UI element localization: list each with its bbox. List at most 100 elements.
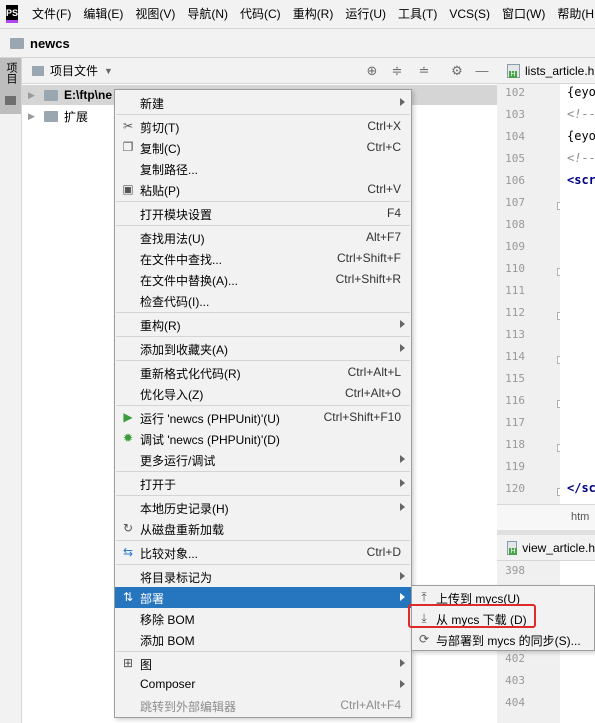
context-menu-item[interactable]: ❐ 复制(C) Ctrl+C bbox=[115, 137, 411, 158]
context-menu-item[interactable]: ⇅ 部署 bbox=[115, 587, 411, 608]
context-menu-item[interactable]: ✹ 调试 'newcs (PHPUnit)'(D) bbox=[115, 428, 411, 449]
hide-icon[interactable]: — bbox=[474, 63, 490, 79]
tree-item-label: E:\ftp\ne bbox=[64, 88, 112, 102]
shortcut-label: Ctrl+D bbox=[366, 545, 401, 559]
submenu-arrow-icon bbox=[400, 455, 405, 463]
menu-separator bbox=[116, 564, 410, 565]
line-number: 105 bbox=[505, 152, 525, 165]
editor-breadcrumb-bar: htm bbox=[497, 504, 595, 530]
menu-9[interactable]: 窗口(W) bbox=[496, 0, 551, 28]
editor-tab-lists-article[interactable]: lists_article.h bbox=[497, 58, 595, 84]
compare-icon: ⇆ bbox=[122, 545, 134, 559]
context-menu-item[interactable]: 优化导入(Z) Ctrl+Alt+O bbox=[115, 383, 411, 404]
context-menu-item: 跳转到外部编辑器 Ctrl+Alt+F4 bbox=[115, 695, 411, 716]
context-menu-item[interactable]: 将目录标记为 bbox=[115, 566, 411, 587]
menu-1[interactable]: 编辑(E) bbox=[77, 0, 129, 28]
gear-icon[interactable]: ⚙ bbox=[449, 63, 465, 79]
breadcrumb[interactable]: newcs bbox=[30, 36, 70, 51]
context-menu-item-label: 添加 BOM bbox=[140, 634, 195, 648]
context-menu: 新建 ✂ 剪切(T) Ctrl+X ❐ 复制(C) Ctrl+C 复制路径... ▣ 粘贴(P) C… bbox=[114, 89, 412, 718]
line-number: 115 bbox=[505, 372, 525, 385]
navigation-bar: newcs bbox=[0, 28, 595, 58]
chevron-right-icon[interactable]: ▶ bbox=[28, 90, 38, 101]
shortcut-label: Ctrl+C bbox=[366, 140, 401, 154]
context-menu-item[interactable]: 打开于 bbox=[115, 473, 411, 494]
context-menu-item[interactable]: 添加 BOM bbox=[115, 629, 411, 650]
menu-separator bbox=[116, 114, 410, 115]
project-tool-tab[interactable]: 项目 bbox=[0, 58, 21, 114]
context-menu-item[interactable]: ⇆ 比较对象... Ctrl+D bbox=[115, 542, 411, 563]
tool-window-stripe: 项目 bbox=[0, 58, 22, 723]
download-highlight-box bbox=[408, 604, 536, 628]
context-menu-item-label: 跳转到外部编辑器 bbox=[140, 700, 237, 714]
debug-icon: ✹ bbox=[122, 431, 134, 445]
project-panel-header: 项目文件 ▼ ⊕ ≑ ≐ ⚙ — bbox=[22, 58, 497, 84]
menu-6[interactable]: 运行(U) bbox=[339, 0, 392, 28]
menu-separator bbox=[116, 225, 410, 226]
context-menu-item[interactable]: Composer bbox=[115, 674, 411, 695]
context-menu-item[interactable]: ↻ 从磁盘重新加载 bbox=[115, 518, 411, 539]
chevron-right-icon[interactable]: ▶ bbox=[28, 111, 38, 122]
menu-separator bbox=[116, 471, 410, 472]
html-file-icon bbox=[507, 540, 518, 555]
context-menu-item[interactable]: 重构(R) bbox=[115, 314, 411, 335]
collapse-all-icon[interactable]: ≐ bbox=[416, 63, 432, 79]
context-menu-item[interactable]: 新建 bbox=[115, 92, 411, 113]
context-menu-item[interactable]: 在文件中替换(A)... Ctrl+Shift+R bbox=[115, 269, 411, 290]
submenu-arrow-icon bbox=[400, 503, 405, 511]
menu-separator bbox=[116, 540, 410, 541]
menu-8[interactable]: VCS(S) bbox=[443, 0, 496, 28]
menu-separator bbox=[116, 201, 410, 202]
menu-separator bbox=[116, 360, 410, 361]
menu-10[interactable]: 帮助(H bbox=[551, 0, 595, 28]
menu-2[interactable]: 视图(V) bbox=[129, 0, 181, 28]
project-view-selector[interactable]: 项目文件 bbox=[50, 62, 98, 79]
line-number: 104 bbox=[505, 130, 525, 143]
context-menu-item[interactable]: ✂ 剪切(T) Ctrl+X bbox=[115, 116, 411, 137]
scissors-icon: ✂ bbox=[122, 119, 134, 133]
line-number: 120 bbox=[505, 482, 525, 495]
context-menu-item-label: 调试 'newcs (PHPUnit)'(D) bbox=[140, 433, 280, 447]
menu-bar: PS 文件(F) 编辑(E) 视图(V) 导航(N) 代码(C) 重构(R) 运行(U) 工具… bbox=[0, 0, 595, 28]
context-menu-item[interactable]: ▶ 运行 'newcs (PHPUnit)'(U) Ctrl+Shift+F10 bbox=[115, 407, 411, 428]
folder-icon bbox=[32, 65, 44, 76]
context-menu-item[interactable]: 重新格式化代码(R) Ctrl+Alt+L bbox=[115, 362, 411, 383]
context-menu-item-label: 运行 'newcs (PHPUnit)'(U) bbox=[140, 412, 280, 426]
shortcut-label: Ctrl+Alt+F4 bbox=[340, 698, 401, 712]
line-number: 103 bbox=[505, 108, 525, 121]
folder-icon bbox=[5, 96, 16, 105]
submenu-item[interactable]: ⟳ 与部署到 mycs 的同步(S)... bbox=[412, 629, 594, 650]
context-menu-item-label: 添加到收藏夹(A) bbox=[140, 343, 228, 357]
submenu-arrow-icon bbox=[400, 98, 405, 106]
context-menu-item[interactable]: 在文件中查找... Ctrl+Shift+F bbox=[115, 248, 411, 269]
menu-7[interactable]: 工具(T) bbox=[392, 0, 443, 28]
context-menu-item[interactable]: 检查代码(I)... bbox=[115, 290, 411, 311]
menu-separator bbox=[116, 336, 410, 337]
context-menu-item[interactable]: ▣ 粘贴(P) Ctrl+V bbox=[115, 179, 411, 200]
copy-icon: ❐ bbox=[122, 140, 134, 154]
editor-breadcrumb[interactable]: htm bbox=[571, 511, 589, 523]
context-menu-item[interactable]: 复制路径... bbox=[115, 158, 411, 179]
code-area[interactable] bbox=[560, 84, 595, 504]
locate-icon[interactable]: ⊕ bbox=[364, 63, 380, 79]
editor-tab-view-article[interactable]: view_article.h bbox=[497, 535, 595, 561]
chevron-down-icon[interactable]: ▼ bbox=[104, 66, 113, 76]
code-editor[interactable]: 102 103 104 105 106 107 108 109 110 111 112 113 114 1… bbox=[497, 84, 595, 504]
context-menu-item[interactable]: 更多运行/调试 bbox=[115, 449, 411, 470]
context-menu-item[interactable]: ⊞ 图 bbox=[115, 653, 411, 674]
context-menu-item-label: 重新格式化代码(R) bbox=[140, 367, 241, 381]
context-menu-item[interactable]: 打开模块设置 F4 bbox=[115, 203, 411, 224]
library-icon bbox=[44, 110, 58, 122]
context-menu-item[interactable]: 查找用法(U) Alt+F7 bbox=[115, 227, 411, 248]
menu-3[interactable]: 导航(N) bbox=[181, 0, 234, 28]
menu-4[interactable]: 代码(C) bbox=[234, 0, 287, 28]
context-menu-item[interactable]: 移除 BOM bbox=[115, 608, 411, 629]
menu-5[interactable]: 重构(R) bbox=[287, 0, 340, 28]
menu-separator bbox=[116, 495, 410, 496]
context-menu-item[interactable]: 本地历史记录(H) bbox=[115, 497, 411, 518]
menu-0[interactable]: 文件(F) bbox=[26, 0, 77, 28]
context-menu-item[interactable]: 添加到收藏夹(A) bbox=[115, 338, 411, 359]
context-menu-item-label: 查找用法(U) bbox=[140, 232, 205, 246]
expand-all-icon[interactable]: ≑ bbox=[389, 63, 405, 79]
deploy-icon: ⇅ bbox=[122, 590, 134, 604]
